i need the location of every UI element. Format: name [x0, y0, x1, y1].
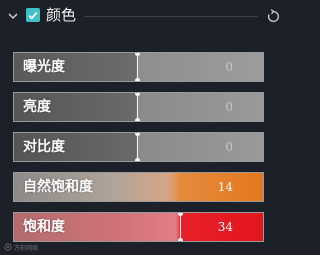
slider-value[interactable]: 34: [218, 213, 233, 241]
slider-handle-bottom-dot: [135, 118, 140, 121]
check-icon: [28, 11, 38, 20]
slider-handle[interactable]: [137, 93, 138, 121]
saturation-slider[interactable]: 饱和度 34: [13, 212, 264, 242]
slider-handle-bottom-dot: [135, 78, 140, 81]
reset-icon[interactable]: [266, 8, 280, 24]
slider-handle[interactable]: [137, 53, 138, 81]
color-section-header: 颜色: [0, 0, 285, 34]
watermark-text: 万彩网络: [14, 244, 39, 252]
slider-value[interactable]: 14: [218, 173, 233, 201]
slider-label: 对比度: [23, 139, 65, 155]
contrast-slider[interactable]: 对比度 0: [13, 132, 264, 162]
slider-handle-bottom-dot: [178, 238, 183, 241]
brightness-slider[interactable]: 亮度 0: [13, 92, 264, 122]
slider-handle[interactable]: [137, 133, 138, 161]
slider-value[interactable]: 0: [225, 53, 233, 81]
slider-handle[interactable]: [180, 213, 181, 241]
watermark: 万彩网络: [4, 242, 38, 252]
slider-value[interactable]: 0: [225, 133, 233, 161]
vibrance-slider[interactable]: 自然饱和度 14: [13, 172, 264, 202]
section-title: 颜色: [46, 6, 77, 24]
slider-label: 曝光度: [23, 59, 65, 75]
chevron-down-icon[interactable]: [6, 9, 20, 23]
color-enable-checkbox[interactable]: [26, 8, 40, 22]
slider-value[interactable]: 0: [225, 93, 233, 121]
slider-label: 饱和度: [23, 219, 65, 235]
slider-label: 亮度: [23, 99, 51, 115]
slider-label: 自然饱和度: [23, 179, 93, 195]
exposure-slider[interactable]: 曝光度 0: [13, 52, 264, 82]
watermark-logo-icon: [4, 243, 12, 251]
slider-handle-bottom-dot: [135, 158, 140, 161]
header-divider: [84, 16, 258, 17]
